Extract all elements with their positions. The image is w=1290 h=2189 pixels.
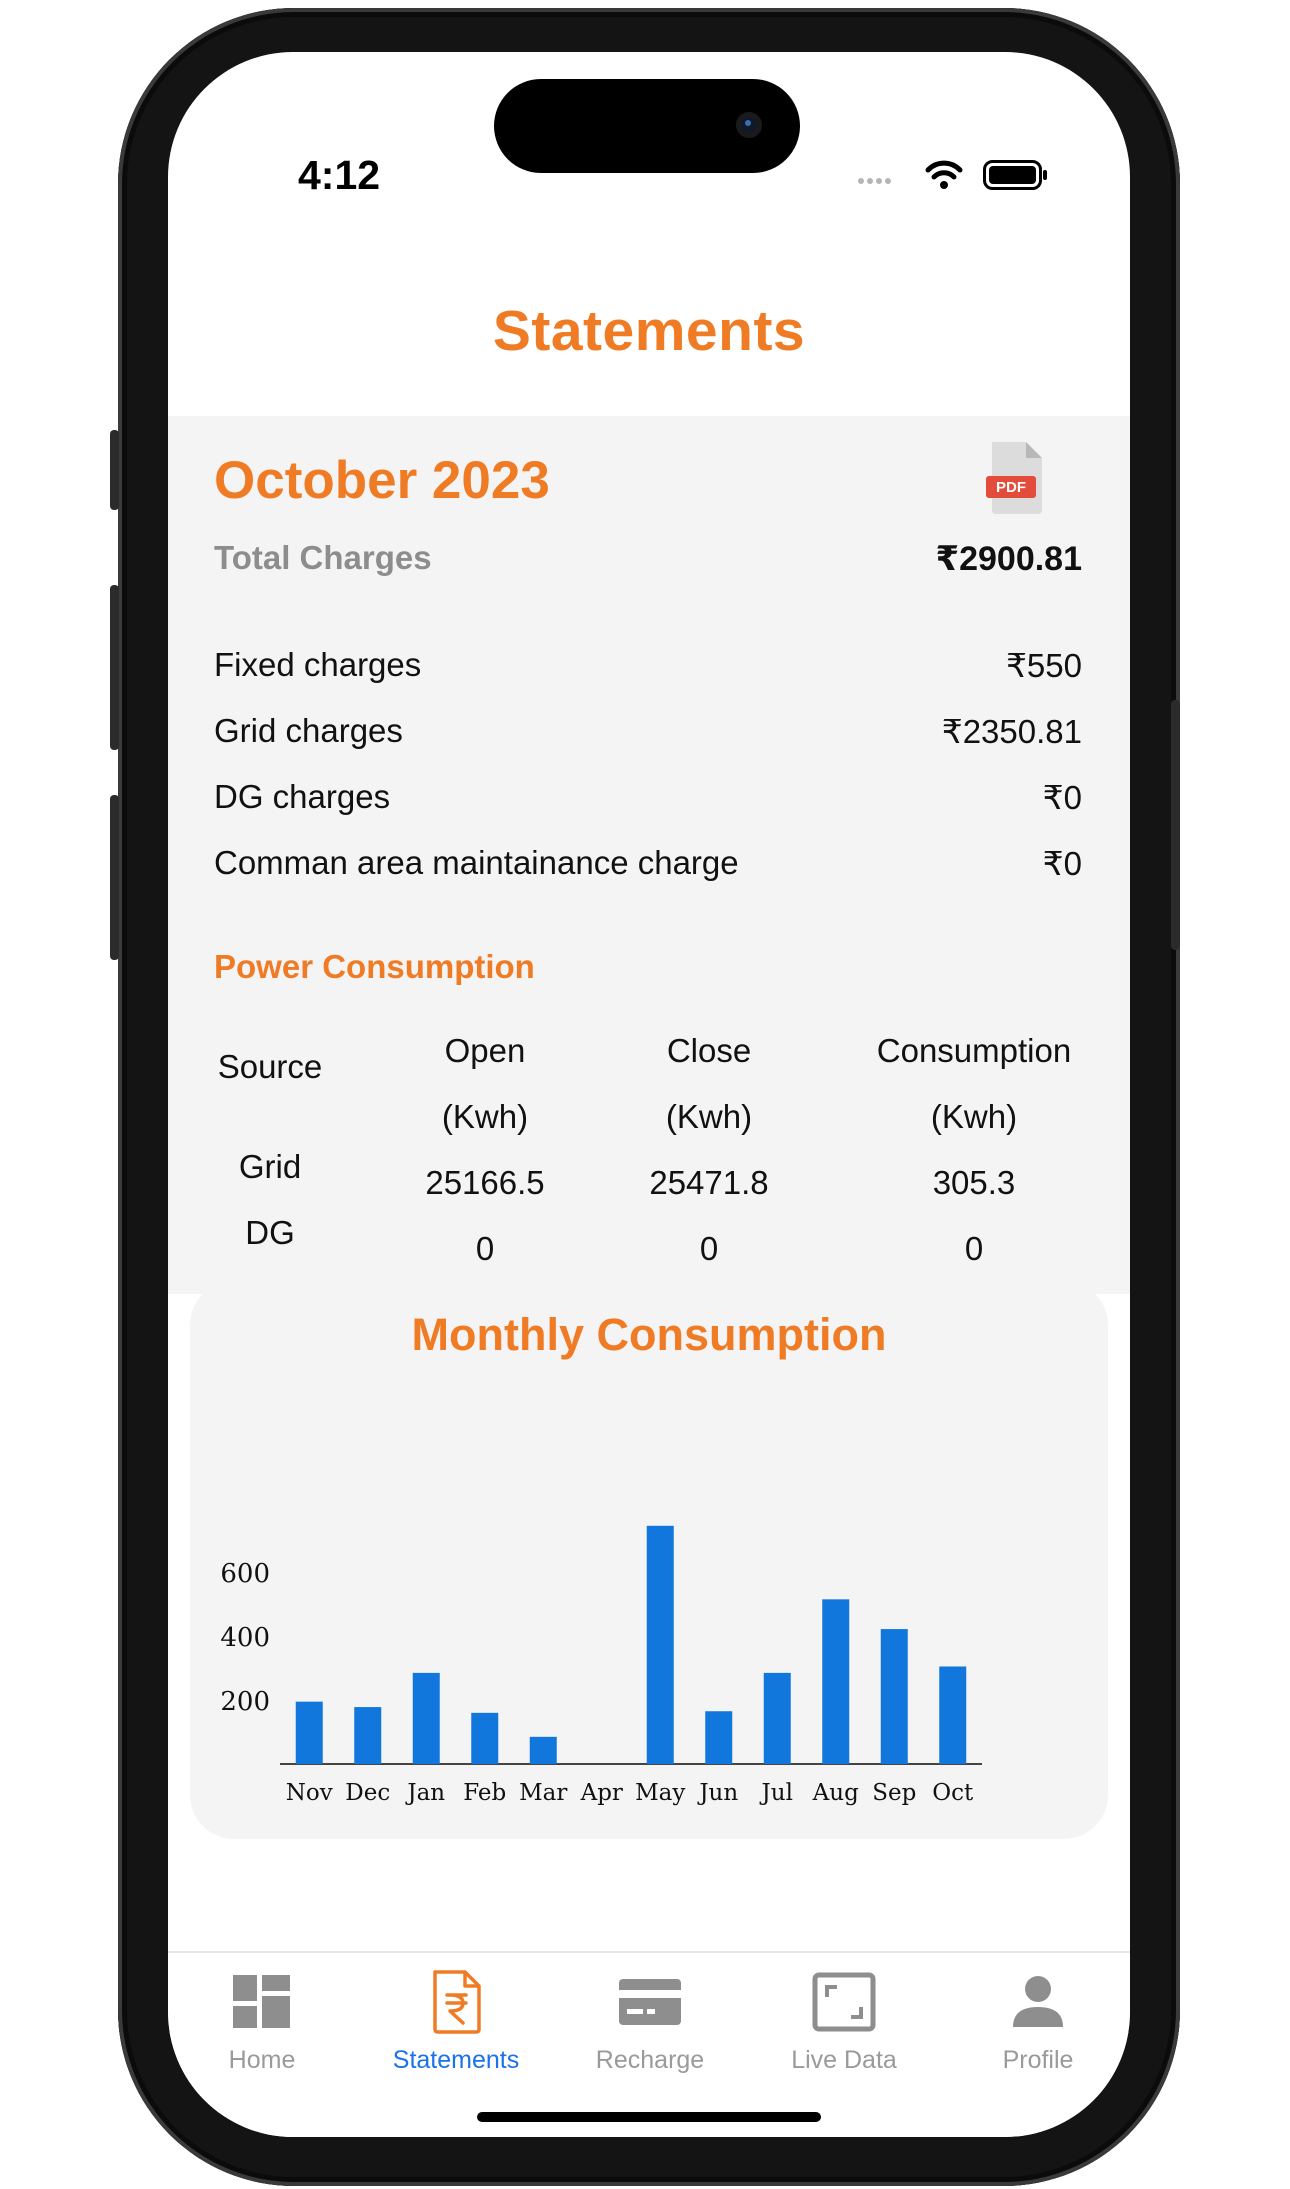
column-unit: (Kwh) [665, 1098, 753, 1135]
x-tick-label: Apr [580, 1780, 623, 1806]
charge-label: DG charges [214, 778, 391, 815]
bar-jun [705, 1711, 733, 1764]
row-source-dg: DG [245, 1214, 295, 1251]
monthly-consumption-chart: 200 400 600 Nov Dec Jan Feb Mar Apr May Jun Jul Aug S… [220, 1525, 982, 1806]
tab-statements[interactable]: Statements [361, 1969, 551, 2075]
tab-live-data[interactable]: Live Data [749, 1969, 939, 2075]
cellular-signal-icon [858, 178, 891, 184]
bar-jul [763, 1672, 791, 1764]
column-header-source: Source [217, 1048, 323, 1085]
statement-panel: October 2023 PDF Total Charges ₹2900.81 … [168, 416, 1130, 1294]
bar-feb [471, 1712, 499, 1764]
dg-open-value: 0 [475, 1230, 495, 1267]
x-tick-label: Dec [345, 1780, 390, 1806]
bar-sep [880, 1629, 908, 1764]
volume-up-button [110, 585, 119, 750]
camera-icon [736, 112, 762, 138]
charge-label: Comman area maintainance charge [214, 844, 739, 881]
charge-row: Fixed charges ₹550 [214, 646, 1082, 690]
rupee-document-icon [433, 1970, 481, 2034]
page-title: Statements [492, 299, 806, 363]
x-tick-label: Jun [697, 1780, 738, 1806]
x-tick-label: Feb [463, 1780, 506, 1806]
x-tick-label: Jul [760, 1780, 793, 1806]
tab-bar: Home Statements Recharge Live Data Profi… [168, 1951, 1130, 2137]
charge-row: DG charges ₹0 [214, 778, 1082, 822]
column-header-open: Open [444, 1032, 526, 1069]
total-charges-label: Total Charges [214, 539, 432, 576]
monthly-consumption-card: Monthly Consumption 200 400 600 Nov Dec Jan Fe… [190, 1281, 1108, 1839]
battery-icon [983, 160, 1047, 190]
volume-down-button [110, 795, 119, 960]
tab-label: Home [228, 2046, 296, 2074]
power-consumption-title: Power Consumption [214, 948, 535, 985]
pdf-label: PDF [996, 479, 1026, 496]
status-time: 4:12 [298, 152, 381, 198]
bar-jan [412, 1672, 440, 1764]
bar-dec [354, 1707, 382, 1764]
app-screen: 4:12 Statements October 2023 PDF Total C… [168, 52, 1130, 2137]
charge-row: Comman area maintainance charge ₹0 [214, 844, 1082, 888]
bar-oct [939, 1666, 967, 1764]
column-header-consumption: Consumption [876, 1032, 1072, 1069]
pdf-download-icon[interactable]: PDF [986, 440, 1046, 516]
x-tick-label: May [635, 1780, 685, 1806]
grid-icon [233, 1975, 290, 2028]
charge-label: Grid charges [214, 712, 403, 749]
dg-consumption-value: 0 [964, 1230, 984, 1267]
y-tick-label: 400 [220, 1623, 270, 1653]
charge-value: ₹550 [1005, 647, 1082, 684]
dg-close-value: 0 [699, 1230, 719, 1267]
tab-label: Profile [1002, 2046, 1074, 2074]
bar-may [646, 1525, 674, 1764]
x-tick-label: Jan [405, 1780, 445, 1806]
power-button [1171, 700, 1180, 950]
column-unit: (Kwh) [441, 1098, 529, 1135]
person-icon [1013, 1976, 1063, 2027]
tab-label: Statements [392, 2046, 520, 2074]
dynamic-island [494, 79, 800, 173]
charge-label: Fixed charges [214, 646, 422, 683]
charge-row: Grid charges ₹2350.81 [214, 712, 1082, 756]
tab-profile[interactable]: Profile [943, 1969, 1130, 2075]
column-header-close: Close [666, 1032, 752, 1069]
tab-home[interactable]: Home [168, 1969, 357, 2075]
grid-close-value: 25471.8 [649, 1164, 769, 1201]
y-tick-label: 600 [220, 1559, 270, 1589]
bar-mar [529, 1736, 557, 1764]
x-tick-label: Aug [812, 1780, 859, 1806]
silent-switch [110, 430, 119, 510]
statement-month: October 2023 [214, 451, 550, 510]
grid-open-value: 25166.5 [425, 1164, 545, 1201]
x-tick-label: Oct [932, 1780, 974, 1806]
total-charges-value: ₹2900.81 [935, 540, 1082, 578]
card-icon [619, 1979, 681, 2025]
bar-nov [295, 1701, 323, 1764]
charge-value: ₹0 [1042, 845, 1082, 882]
x-tick-label: Sep [872, 1780, 916, 1806]
grid-consumption-value: 305.3 [932, 1164, 1016, 1201]
wifi-icon [925, 160, 963, 189]
home-indicator [477, 2112, 821, 2122]
charge-value: ₹0 [1042, 779, 1082, 816]
tab-label: Recharge [595, 2046, 705, 2074]
tab-recharge[interactable]: Recharge [555, 1969, 745, 2075]
bar-aug [822, 1599, 850, 1764]
x-tick-label: Nov [286, 1780, 333, 1806]
x-tick-label: Mar [519, 1780, 567, 1806]
row-source-grid: Grid [238, 1148, 302, 1185]
tab-label: Live Data [791, 2046, 897, 2074]
y-tick-label: 200 [220, 1687, 270, 1717]
column-unit: (Kwh) [930, 1098, 1018, 1135]
frame-icon [812, 1972, 876, 2032]
charge-value: ₹2350.81 [941, 713, 1082, 750]
